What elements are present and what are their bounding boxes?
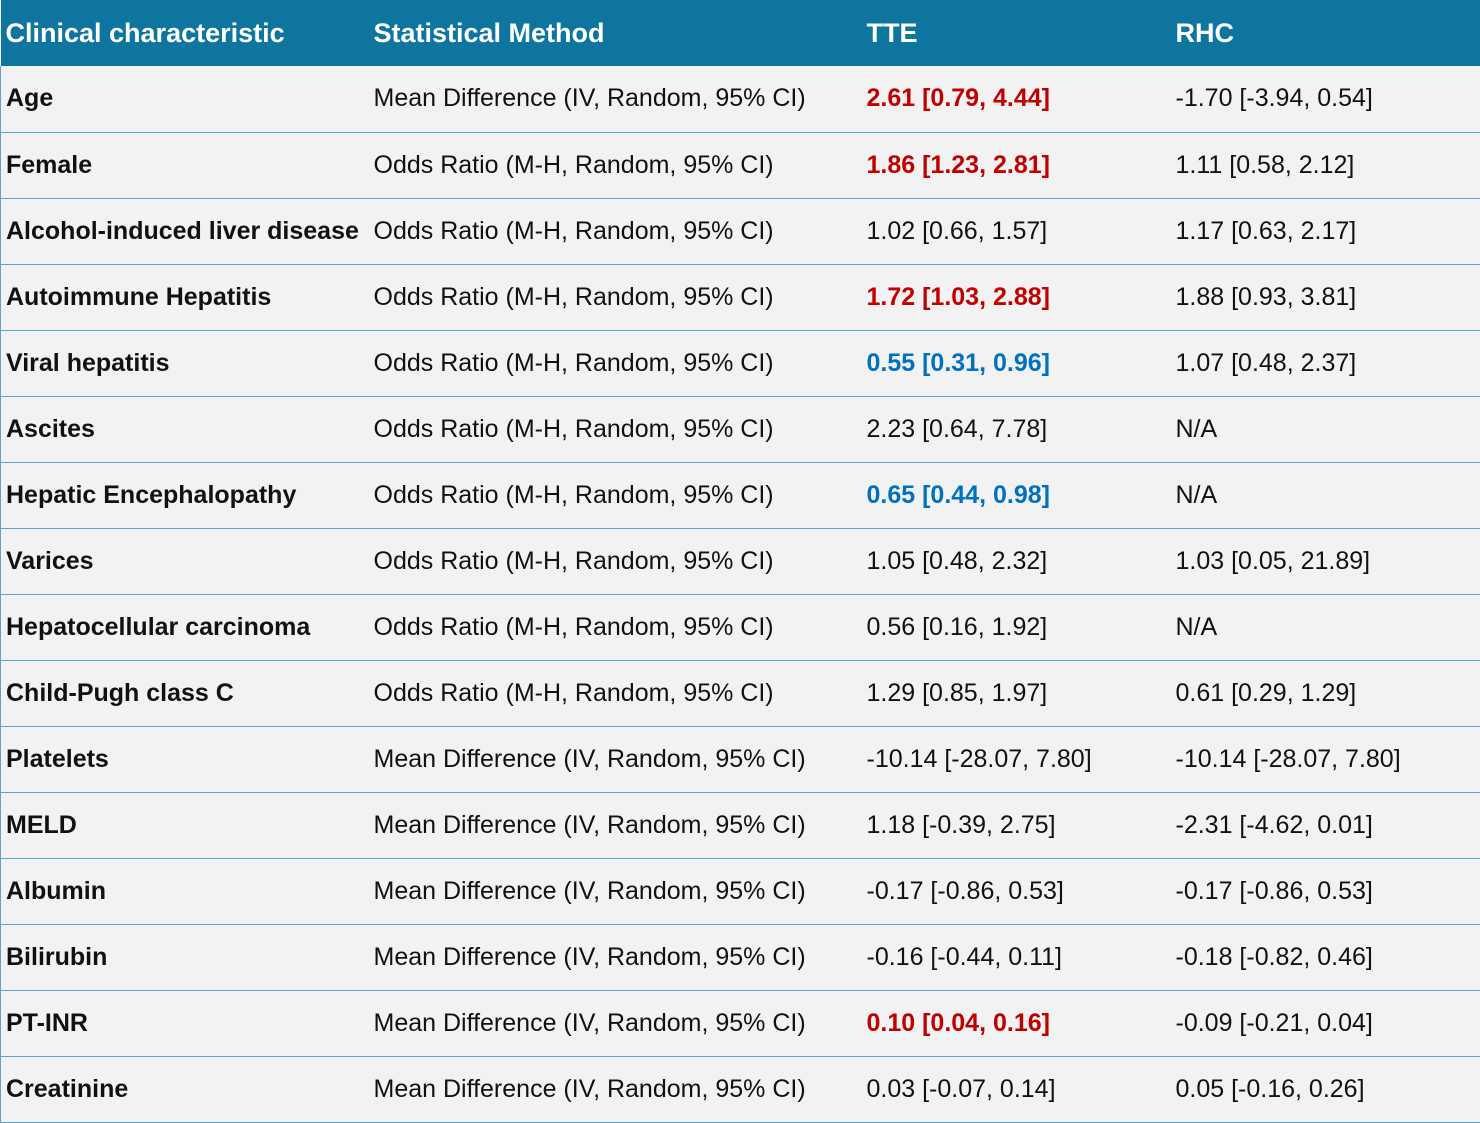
table-row: Albumin Mean Difference (IV, Random, 95% … bbox=[0, 858, 1480, 925]
characteristic-cell: Age bbox=[0, 66, 369, 133]
characteristic-cell: Alcohol-induced liver disease bbox=[0, 198, 369, 265]
table-row: Varices Odds Ratio (M-H, Random, 95% CI) 1… bbox=[0, 528, 1480, 595]
table-row: Alcohol-induced liver disease Odds Ratio … bbox=[0, 198, 1480, 265]
characteristic-cell: MELD bbox=[0, 792, 369, 859]
method-cell: Odds Ratio (M-H, Random, 95% CI) bbox=[368, 198, 862, 265]
tte-cell: 0.10 [0.04, 0.16] bbox=[861, 990, 1171, 1057]
characteristic-cell: Bilirubin bbox=[0, 924, 369, 991]
tte-cell: 2.23 [0.64, 7.78] bbox=[861, 396, 1171, 463]
rhc-cell: -0.09 [-0.21, 0.04] bbox=[1170, 990, 1480, 1057]
table-row: Child-Pugh class C Odds Ratio (M-H, Rando… bbox=[0, 660, 1480, 727]
table-row: Autoimmune Hepatitis Odds Ratio (M-H, Ran… bbox=[0, 264, 1480, 331]
header-clinical-characteristic: Clinical characteristic bbox=[5, 17, 285, 48]
table-row: Ascites Odds Ratio (M-H, Random, 95% CI) 2… bbox=[0, 396, 1480, 463]
rhc-cell: -0.18 [-0.82, 0.46] bbox=[1170, 924, 1480, 991]
tte-cell: 1.29 [0.85, 1.97] bbox=[861, 660, 1171, 727]
rhc-cell: -2.31 [-4.62, 0.01] bbox=[1170, 792, 1480, 859]
characteristic-cell: PT-INR bbox=[0, 990, 369, 1057]
rhc-cell: 1.11 [0.58, 2.12] bbox=[1170, 132, 1480, 199]
header-statistical-method: Statistical Method bbox=[373, 17, 605, 48]
characteristic-cell: Female bbox=[0, 132, 369, 199]
characteristic-cell: Varices bbox=[0, 528, 369, 595]
table-row: Viral hepatitis Odds Ratio (M-H, Random, … bbox=[0, 330, 1480, 397]
table-row: Age Mean Difference (IV, Random, 95% CI) 2… bbox=[0, 66, 1480, 133]
table-row: Hepatocellular carcinoma Odds Ratio (M-H,… bbox=[0, 594, 1480, 661]
table-row: MELD Mean Difference (IV, Random, 95% CI)… bbox=[0, 792, 1480, 859]
rhc-cell: 1.17 [0.63, 2.17] bbox=[1170, 198, 1480, 265]
rhc-cell: -10.14 [-28.07, 7.80] bbox=[1170, 726, 1480, 793]
table-row: Hepatic Encephalopathy Odds Ratio (M-H, R… bbox=[0, 462, 1480, 529]
table-row: Female Odds Ratio (M-H, Random, 95% CI) 1.… bbox=[0, 132, 1480, 199]
tte-cell: 1.18 [-0.39, 2.75] bbox=[861, 792, 1171, 859]
tte-cell: 0.03 [-0.07, 0.14] bbox=[861, 1056, 1171, 1123]
tte-cell: 1.05 [0.48, 2.32] bbox=[861, 528, 1171, 595]
method-cell: Mean Difference (IV, Random, 95% CI) bbox=[368, 990, 862, 1057]
method-cell: Odds Ratio (M-H, Random, 95% CI) bbox=[368, 528, 862, 595]
table-row: PT-INR Mean Difference (IV, Random, 95% C… bbox=[0, 990, 1480, 1057]
characteristic-cell: Creatinine bbox=[0, 1056, 369, 1123]
rhc-cell: N/A bbox=[1170, 396, 1480, 463]
characteristic-cell: Child-Pugh class C bbox=[0, 660, 369, 727]
tte-cell: 0.55 [0.31, 0.96] bbox=[861, 330, 1171, 397]
characteristic-cell: Ascites bbox=[0, 396, 369, 463]
method-cell: Mean Difference (IV, Random, 95% CI) bbox=[368, 66, 862, 133]
characteristic-cell: Albumin bbox=[0, 858, 369, 925]
rhc-cell: -1.70 [-3.94, 0.54] bbox=[1170, 66, 1480, 133]
method-cell: Odds Ratio (M-H, Random, 95% CI) bbox=[368, 330, 862, 397]
header-row: Clinical characteristic Statistical Meth… bbox=[0, 0, 1480, 66]
table-row: Bilirubin Mean Difference (IV, Random, 95… bbox=[0, 924, 1480, 991]
method-cell: Odds Ratio (M-H, Random, 95% CI) bbox=[368, 660, 862, 727]
tte-cell: 2.61 [0.79, 4.44] bbox=[861, 66, 1171, 133]
method-cell: Odds Ratio (M-H, Random, 95% CI) bbox=[368, 462, 862, 529]
rhc-cell: 1.07 [0.48, 2.37] bbox=[1170, 330, 1480, 397]
characteristic-cell: Hepatocellular carcinoma bbox=[0, 594, 369, 661]
rhc-cell: -0.17 [-0.86, 0.53] bbox=[1170, 858, 1480, 925]
table-header: Clinical characteristic Statistical Meth… bbox=[0, 0, 1480, 66]
rhc-cell: N/A bbox=[1170, 594, 1480, 661]
rhc-cell: N/A bbox=[1170, 462, 1480, 529]
characteristic-cell: Platelets bbox=[0, 726, 369, 793]
tte-cell: -0.16 [-0.44, 0.11] bbox=[861, 924, 1171, 991]
method-cell: Odds Ratio (M-H, Random, 95% CI) bbox=[368, 594, 862, 661]
method-cell: Mean Difference (IV, Random, 95% CI) bbox=[368, 792, 862, 859]
tte-cell: 1.86 [1.23, 2.81] bbox=[861, 132, 1171, 199]
method-cell: Odds Ratio (M-H, Random, 95% CI) bbox=[368, 132, 862, 199]
tte-cell: -0.17 [-0.86, 0.53] bbox=[861, 858, 1171, 925]
method-cell: Odds Ratio (M-H, Random, 95% CI) bbox=[368, 396, 862, 463]
characteristic-cell: Viral hepatitis bbox=[0, 330, 369, 397]
table-body: Age Mean Difference (IV, Random, 95% CI) 2… bbox=[0, 66, 1480, 1123]
tte-cell: 1.02 [0.66, 1.57] bbox=[861, 198, 1171, 265]
tte-cell: 1.72 [1.03, 2.88] bbox=[861, 264, 1171, 331]
tte-cell: 0.56 [0.16, 1.92] bbox=[861, 594, 1171, 661]
rhc-cell: 0.61 [0.29, 1.29] bbox=[1170, 660, 1480, 727]
rhc-cell: 1.88 [0.93, 3.81] bbox=[1170, 264, 1480, 331]
table-row: Platelets Mean Difference (IV, Random, 95… bbox=[0, 726, 1480, 793]
characteristic-cell: Hepatic Encephalopathy bbox=[0, 462, 369, 529]
method-cell: Mean Difference (IV, Random, 95% CI) bbox=[368, 858, 862, 925]
tte-cell: -10.14 [-28.07, 7.80] bbox=[861, 726, 1171, 793]
header-tte: TTE bbox=[866, 17, 918, 48]
table-row: Creatinine Mean Difference (IV, Random, 9… bbox=[0, 1056, 1480, 1123]
results-table: Clinical characteristic Statistical Meth… bbox=[0, 0, 1480, 1123]
rhc-cell: 1.03 [0.05, 21.89] bbox=[1170, 528, 1480, 595]
method-cell: Mean Difference (IV, Random, 95% CI) bbox=[368, 1056, 862, 1123]
tte-cell: 0.65 [0.44, 0.98] bbox=[861, 462, 1171, 529]
method-cell: Mean Difference (IV, Random, 95% CI) bbox=[368, 924, 862, 991]
method-cell: Mean Difference (IV, Random, 95% CI) bbox=[368, 726, 862, 793]
header-rhc: RHC bbox=[1175, 17, 1235, 48]
rhc-cell: 0.05 [-0.16, 0.26] bbox=[1170, 1056, 1480, 1123]
method-cell: Odds Ratio (M-H, Random, 95% CI) bbox=[368, 264, 862, 331]
characteristic-cell: Autoimmune Hepatitis bbox=[0, 264, 369, 331]
